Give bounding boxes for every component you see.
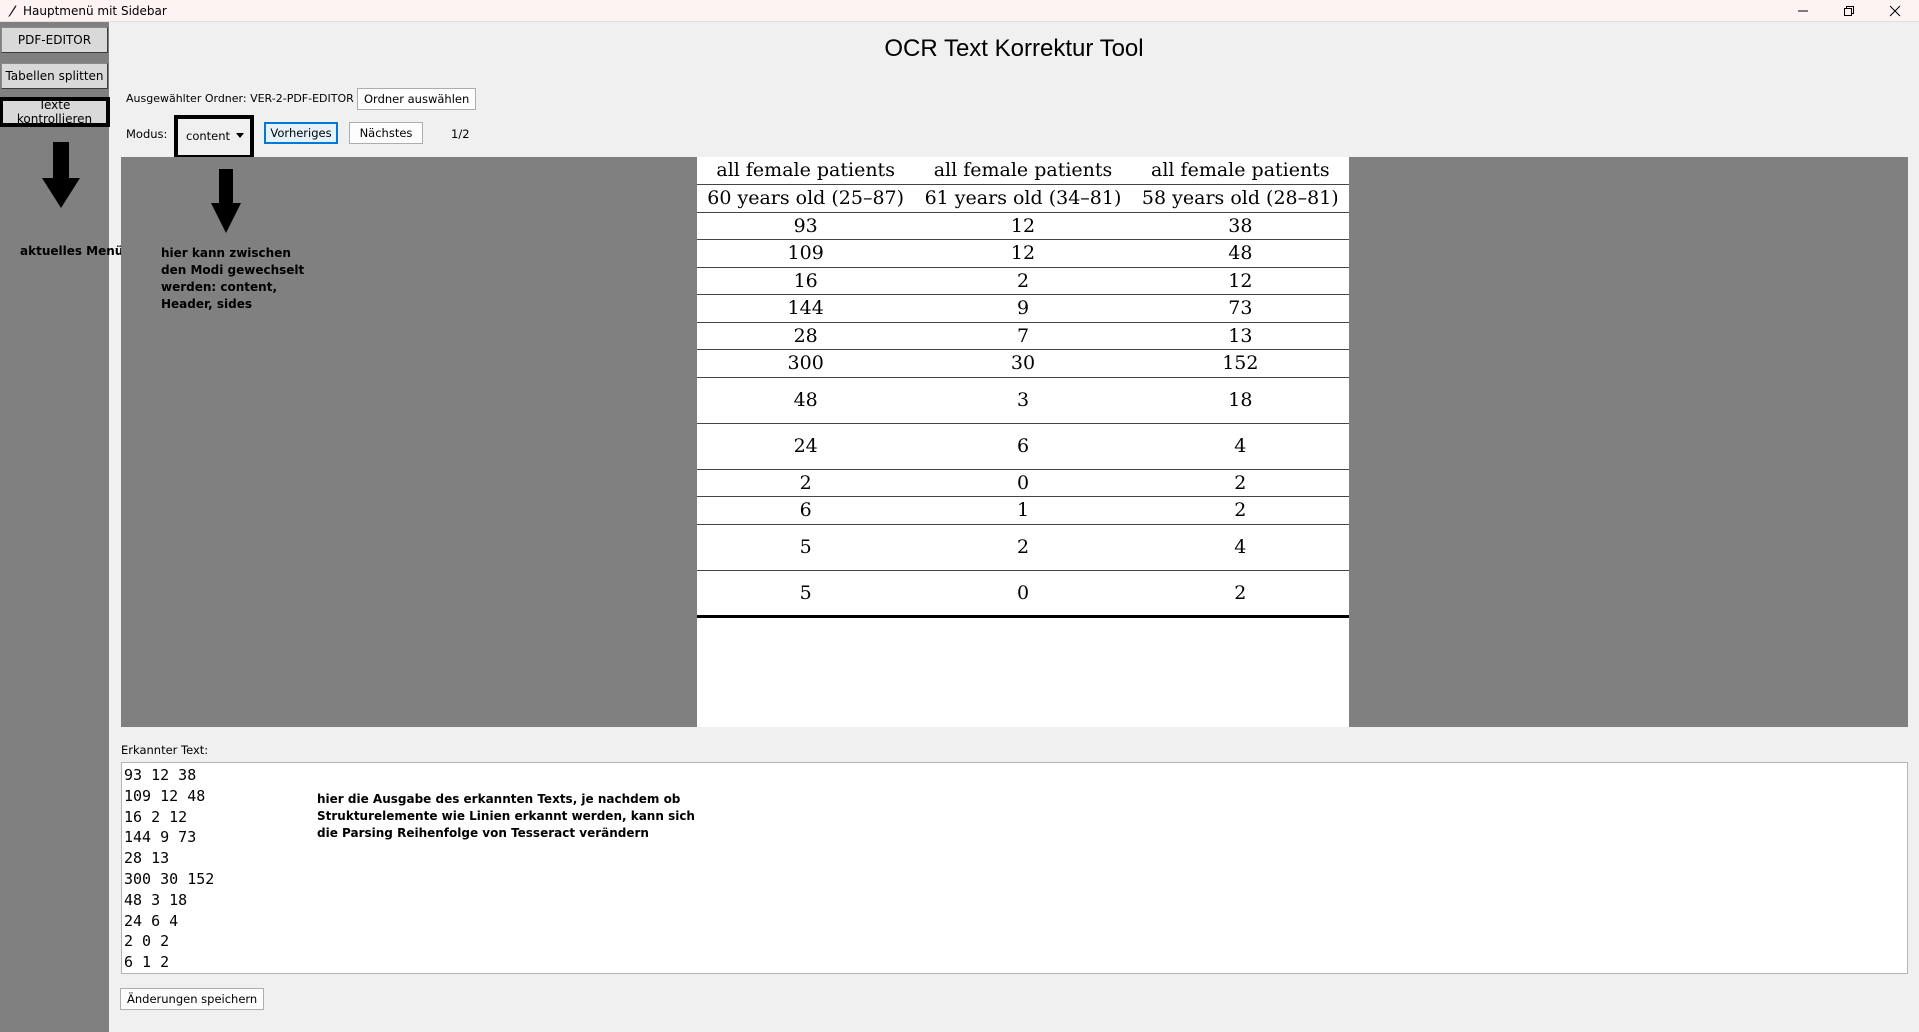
table-row: 612 [697, 496, 1349, 525]
table-row: 28 7 13 [697, 322, 1349, 350]
table-cell: 0 [914, 570, 1132, 618]
table-cell: 2 [697, 469, 915, 497]
table-cell: 2 [1131, 570, 1349, 618]
mode-dropdown[interactable]: content [174, 115, 254, 159]
table-row: 109 12 48 [697, 239, 1349, 268]
chevron-down-icon [236, 133, 244, 138]
table-cell: 2 [1131, 469, 1349, 497]
table-cell: 4 [1131, 524, 1349, 571]
window-titlebar: Hauptmenü mit Sidebar [0, 0, 1919, 22]
table-header-cell: 58 years old (28–81) [1131, 184, 1349, 213]
table-cell: 73 [1131, 294, 1349, 323]
table-cell: 18 [1131, 377, 1349, 424]
sidebar: PDF-EDITOR Tabellen splitten Texte kontr… [0, 22, 123, 1032]
next-button[interactable]: Nächstes [349, 122, 423, 144]
save-changes-button[interactable]: Änderungen speichern [120, 988, 265, 1010]
sidebar-item-tabellen-splitten[interactable]: Tabellen splitten [1, 63, 108, 89]
table-cell: 6 [914, 423, 1132, 470]
table-cell: 12 [1131, 267, 1349, 295]
sidebar-item-pdf-editor[interactable]: PDF-EDITOR [1, 27, 108, 53]
table-header-cell: all female patients [697, 157, 915, 185]
table-cell: 300 [697, 349, 915, 378]
image-canvas[interactable]: hier kann zwischen den Modi gewechselt w… [121, 157, 1908, 727]
table-cell: 48 [697, 377, 915, 424]
ocr-annotation: hier die Ausgabe des erkannten Texts, je… [317, 792, 695, 840]
feather-icon [8, 5, 17, 17]
arrow-down-icon [211, 169, 241, 233]
table-cell: 12 [914, 239, 1132, 268]
table-cell: 109 [697, 239, 915, 268]
table-cell: 16 [697, 267, 915, 295]
table-cell: 24 [697, 423, 915, 470]
table-cell: 3 [914, 377, 1132, 424]
current-menu-annotation: aktuelles Menü [20, 244, 124, 258]
table-cell: 38 [1131, 212, 1349, 240]
table-header-cell: all female patients [914, 157, 1132, 185]
table-cell: 13 [1131, 322, 1349, 350]
table-row: 144 9 73 [697, 294, 1349, 323]
window-title: Hauptmenü mit Sidebar [23, 4, 167, 18]
table-row: 16 2 12 [697, 267, 1349, 295]
table-cell: 5 [697, 570, 915, 618]
table-cell: 12 [914, 212, 1132, 240]
mode-annotation: hier kann zwischen den Modi gewechselt w… [161, 246, 305, 311]
table-cell: 4 [1131, 423, 1349, 470]
table-cell: 2 [914, 524, 1132, 571]
table-header-row: all female patients all female patients al… [697, 157, 1349, 185]
table-header-cell: 61 years old (34–81) [914, 184, 1132, 213]
table-cell: 48 [1131, 239, 1349, 268]
mode-label: Modus: [126, 127, 168, 141]
table-row: 202 [697, 469, 1349, 497]
page-title: OCR Text Korrektur Tool [884, 35, 1144, 62]
table-row: 93 12 38 [697, 212, 1349, 240]
table-cell: 144 [697, 294, 915, 323]
table-row: 24 6 4 [697, 423, 1349, 470]
recognized-text-label: Erkannter Text: [121, 743, 209, 757]
minimize-icon [1798, 10, 1808, 12]
table-row: 48 3 18 [697, 377, 1349, 424]
previous-button[interactable]: Vorheriges [264, 122, 338, 144]
table-cell: 5 [697, 524, 915, 571]
table-cell: 7 [914, 322, 1132, 350]
table-cell: 2 [1131, 496, 1349, 525]
arrow-down-icon [42, 142, 80, 208]
table-cell: 28 [697, 322, 915, 350]
scanned-table: all female patients all female patients al… [697, 157, 1349, 618]
table-cell: 152 [1131, 349, 1349, 378]
table-cell: 2 [914, 267, 1132, 295]
selected-folder-label: Ausgewählter Ordner: VER-2-PDF-EDITOR [126, 92, 354, 105]
table-cell: 93 [697, 212, 915, 240]
table-row: 524 [697, 524, 1349, 571]
close-icon [1889, 5, 1901, 17]
sidebar-item-texte-kontrollieren[interactable]: Texte kontrollieren [0, 97, 110, 127]
recognized-text-area[interactable]: 93 12 38 109 12 48 16 2 12 144 9 73 28 1… [121, 762, 1908, 974]
mode-dropdown-value: content [186, 129, 231, 143]
restore-icon [1844, 6, 1854, 16]
minimize-button[interactable] [1780, 0, 1826, 22]
table-cell: 0 [914, 469, 1132, 497]
main-panel: OCR Text Korrektur Tool Ausgewählter Ord… [109, 22, 1919, 1032]
table-row: 300 30 152 [697, 349, 1349, 378]
scanned-table-image: all female patients all female patients al… [697, 157, 1349, 727]
table-header-cell: 60 years old (25–87) [697, 184, 915, 213]
table-row: 502 [697, 570, 1349, 618]
table-header-row: 60 years old (25–87) 61 years old (34–81)… [697, 184, 1349, 213]
table-cell: 1 [914, 496, 1132, 525]
table-cell: 30 [914, 349, 1132, 378]
choose-folder-button[interactable]: Ordner auswählen [357, 88, 477, 110]
table-cell: 9 [914, 294, 1132, 323]
page-indicator: 1/2 [451, 127, 470, 141]
recognized-text-content[interactable]: 93 12 38 109 12 48 16 2 12 144 9 73 28 1… [124, 765, 214, 973]
table-header-cell: all female patients [1131, 157, 1349, 185]
restore-button[interactable] [1826, 0, 1872, 22]
close-button[interactable] [1872, 0, 1918, 22]
table-cell: 6 [697, 496, 915, 525]
